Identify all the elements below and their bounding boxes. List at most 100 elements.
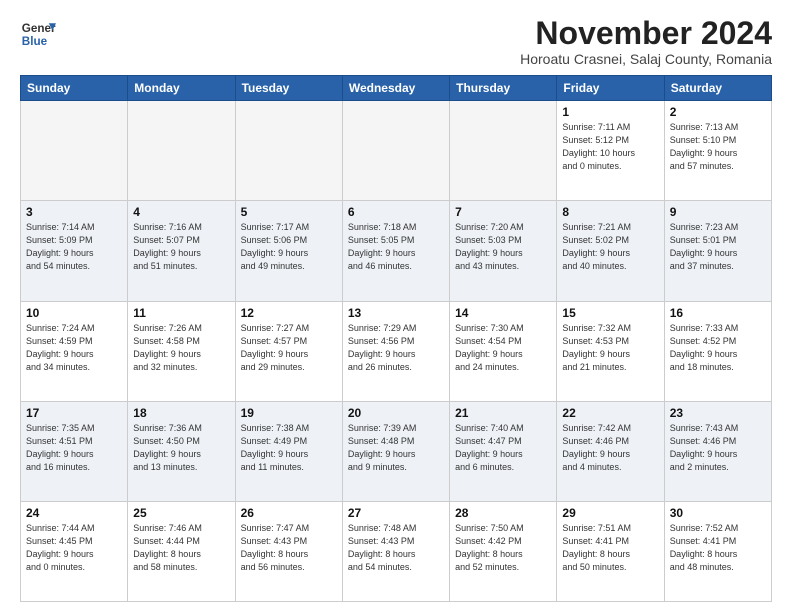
day-number: 20 <box>348 406 444 420</box>
calendar-day-29: 29 Sunrise: 7:51 AM Sunset: 4:41 PM Dayli… <box>557 501 664 601</box>
calendar-day-6: 6 Sunrise: 7:18 AM Sunset: 5:05 PM Daylig… <box>342 201 449 301</box>
calendar-empty-cell <box>21 101 128 201</box>
day-info: Sunrise: 7:35 AM Sunset: 4:51 PM Dayligh… <box>26 422 122 474</box>
calendar-week-row: 10 Sunrise: 7:24 AM Sunset: 4:59 PM Dayli… <box>21 301 772 401</box>
day-info: Sunrise: 7:44 AM Sunset: 4:45 PM Dayligh… <box>26 522 122 574</box>
calendar-day-2: 2Sunrise: 7:13 AM Sunset: 5:10 PM Daylig… <box>664 101 771 201</box>
day-info: Sunrise: 7:33 AM Sunset: 4:52 PM Dayligh… <box>670 322 766 374</box>
calendar-empty-cell <box>235 101 342 201</box>
day-number: 29 <box>562 506 658 520</box>
day-info: Sunrise: 7:46 AM Sunset: 4:44 PM Dayligh… <box>133 522 229 574</box>
day-info: Sunrise: 7:39 AM Sunset: 4:48 PM Dayligh… <box>348 422 444 474</box>
calendar-day-22: 22 Sunrise: 7:42 AM Sunset: 4:46 PM Dayli… <box>557 401 664 501</box>
calendar-day-28: 28 Sunrise: 7:50 AM Sunset: 4:42 PM Dayli… <box>450 501 557 601</box>
day-info: Sunrise: 7:21 AM Sunset: 5:02 PM Dayligh… <box>562 221 658 273</box>
day-number: 1 <box>562 105 658 119</box>
calendar-day-5: 5Sunrise: 7:17 AM Sunset: 5:06 PM Daylig… <box>235 201 342 301</box>
calendar-day-11: 11 Sunrise: 7:26 AM Sunset: 4:58 PM Dayli… <box>128 301 235 401</box>
day-number: 25 <box>133 506 229 520</box>
day-number: 21 <box>455 406 551 420</box>
day-number: 12 <box>241 306 337 320</box>
day-info: Sunrise: 7:24 AM Sunset: 4:59 PM Dayligh… <box>26 322 122 374</box>
day-info: Sunrise: 7:18 AM Sunset: 5:05 PM Dayligh… <box>348 221 444 273</box>
day-info: Sunrise: 7:16 AM Sunset: 5:07 PM Dayligh… <box>133 221 229 273</box>
day-number: 27 <box>348 506 444 520</box>
calendar-day-27: 27Sunrise: 7:48 AM Sunset: 4:43 PM Dayli… <box>342 501 449 601</box>
calendar-day-13: 13Sunrise: 7:29 AM Sunset: 4:56 PM Dayli… <box>342 301 449 401</box>
calendar-day-9: 9 Sunrise: 7:23 AM Sunset: 5:01 PM Daylig… <box>664 201 771 301</box>
calendar-day-21: 21 Sunrise: 7:40 AM Sunset: 4:47 PM Dayli… <box>450 401 557 501</box>
calendar-day-7: 7 Sunrise: 7:20 AM Sunset: 5:03 PM Daylig… <box>450 201 557 301</box>
day-number: 19 <box>241 406 337 420</box>
logo-icon: General Blue <box>20 16 56 52</box>
calendar-empty-cell <box>342 101 449 201</box>
calendar-table: SundayMondayTuesdayWednesdayThursdayFrid… <box>20 75 772 602</box>
calendar-day-19: 19Sunrise: 7:38 AM Sunset: 4:49 PM Dayli… <box>235 401 342 501</box>
main-title: November 2024 <box>520 16 772 51</box>
day-number: 6 <box>348 205 444 219</box>
day-info: Sunrise: 7:23 AM Sunset: 5:01 PM Dayligh… <box>670 221 766 273</box>
calendar-day-18: 18 Sunrise: 7:36 AM Sunset: 4:50 PM Dayli… <box>128 401 235 501</box>
day-number: 30 <box>670 506 766 520</box>
day-number: 23 <box>670 406 766 420</box>
day-info: Sunrise: 7:32 AM Sunset: 4:53 PM Dayligh… <box>562 322 658 374</box>
calendar-day-14: 14Sunrise: 7:30 AM Sunset: 4:54 PM Dayli… <box>450 301 557 401</box>
calendar-header-sunday: Sunday <box>21 76 128 101</box>
day-number: 3 <box>26 205 122 219</box>
day-number: 14 <box>455 306 551 320</box>
calendar-day-26: 26Sunrise: 7:47 AM Sunset: 4:43 PM Dayli… <box>235 501 342 601</box>
day-info: Sunrise: 7:50 AM Sunset: 4:42 PM Dayligh… <box>455 522 551 574</box>
day-number: 18 <box>133 406 229 420</box>
calendar-week-row: 24 Sunrise: 7:44 AM Sunset: 4:45 PM Dayli… <box>21 501 772 601</box>
day-number: 9 <box>670 205 766 219</box>
calendar-day-4: 4Sunrise: 7:16 AM Sunset: 5:07 PM Daylig… <box>128 201 235 301</box>
calendar-day-3: 3 Sunrise: 7:14 AM Sunset: 5:09 PM Daylig… <box>21 201 128 301</box>
day-info: Sunrise: 7:27 AM Sunset: 4:57 PM Dayligh… <box>241 322 337 374</box>
day-info: Sunrise: 7:20 AM Sunset: 5:03 PM Dayligh… <box>455 221 551 273</box>
day-info: Sunrise: 7:42 AM Sunset: 4:46 PM Dayligh… <box>562 422 658 474</box>
day-number: 11 <box>133 306 229 320</box>
day-info: Sunrise: 7:43 AM Sunset: 4:46 PM Dayligh… <box>670 422 766 474</box>
svg-text:Blue: Blue <box>22 35 48 48</box>
day-number: 15 <box>562 306 658 320</box>
subtitle: Horoatu Crasnei, Salaj County, Romania <box>520 51 772 67</box>
calendar-header-thursday: Thursday <box>450 76 557 101</box>
day-number: 8 <box>562 205 658 219</box>
day-info: Sunrise: 7:13 AM Sunset: 5:10 PM Dayligh… <box>670 121 766 173</box>
logo: General Blue <box>20 16 56 52</box>
day-number: 17 <box>26 406 122 420</box>
calendar-day-8: 8 Sunrise: 7:21 AM Sunset: 5:02 PM Daylig… <box>557 201 664 301</box>
day-info: Sunrise: 7:11 AM Sunset: 5:12 PM Dayligh… <box>562 121 658 173</box>
calendar-week-row: 17 Sunrise: 7:35 AM Sunset: 4:51 PM Dayli… <box>21 401 772 501</box>
day-number: 5 <box>241 205 337 219</box>
calendar-header-saturday: Saturday <box>664 76 771 101</box>
calendar-week-row: 1 Sunrise: 7:11 AM Sunset: 5:12 PM Daylig… <box>21 101 772 201</box>
day-info: Sunrise: 7:36 AM Sunset: 4:50 PM Dayligh… <box>133 422 229 474</box>
day-number: 24 <box>26 506 122 520</box>
day-info: Sunrise: 7:51 AM Sunset: 4:41 PM Dayligh… <box>562 522 658 574</box>
calendar-header-tuesday: Tuesday <box>235 76 342 101</box>
calendar-day-17: 17 Sunrise: 7:35 AM Sunset: 4:51 PM Dayli… <box>21 401 128 501</box>
calendar-day-10: 10 Sunrise: 7:24 AM Sunset: 4:59 PM Dayli… <box>21 301 128 401</box>
calendar-empty-cell <box>128 101 235 201</box>
header: General Blue November 2024 Horoatu Crasn… <box>20 16 772 67</box>
day-info: Sunrise: 7:26 AM Sunset: 4:58 PM Dayligh… <box>133 322 229 374</box>
calendar-week-row: 3 Sunrise: 7:14 AM Sunset: 5:09 PM Daylig… <box>21 201 772 301</box>
calendar-header-row: SundayMondayTuesdayWednesdayThursdayFrid… <box>21 76 772 101</box>
day-number: 7 <box>455 205 551 219</box>
day-number: 28 <box>455 506 551 520</box>
calendar-day-1: 1 Sunrise: 7:11 AM Sunset: 5:12 PM Daylig… <box>557 101 664 201</box>
day-number: 26 <box>241 506 337 520</box>
calendar-header-friday: Friday <box>557 76 664 101</box>
day-number: 13 <box>348 306 444 320</box>
calendar-empty-cell <box>450 101 557 201</box>
calendar-day-23: 23 Sunrise: 7:43 AM Sunset: 4:46 PM Dayli… <box>664 401 771 501</box>
day-info: Sunrise: 7:14 AM Sunset: 5:09 PM Dayligh… <box>26 221 122 273</box>
calendar-day-15: 15 Sunrise: 7:32 AM Sunset: 4:53 PM Dayli… <box>557 301 664 401</box>
calendar-day-16: 16 Sunrise: 7:33 AM Sunset: 4:52 PM Dayli… <box>664 301 771 401</box>
day-number: 16 <box>670 306 766 320</box>
day-number: 22 <box>562 406 658 420</box>
calendar-day-12: 12 Sunrise: 7:27 AM Sunset: 4:57 PM Dayli… <box>235 301 342 401</box>
day-number: 10 <box>26 306 122 320</box>
day-info: Sunrise: 7:40 AM Sunset: 4:47 PM Dayligh… <box>455 422 551 474</box>
